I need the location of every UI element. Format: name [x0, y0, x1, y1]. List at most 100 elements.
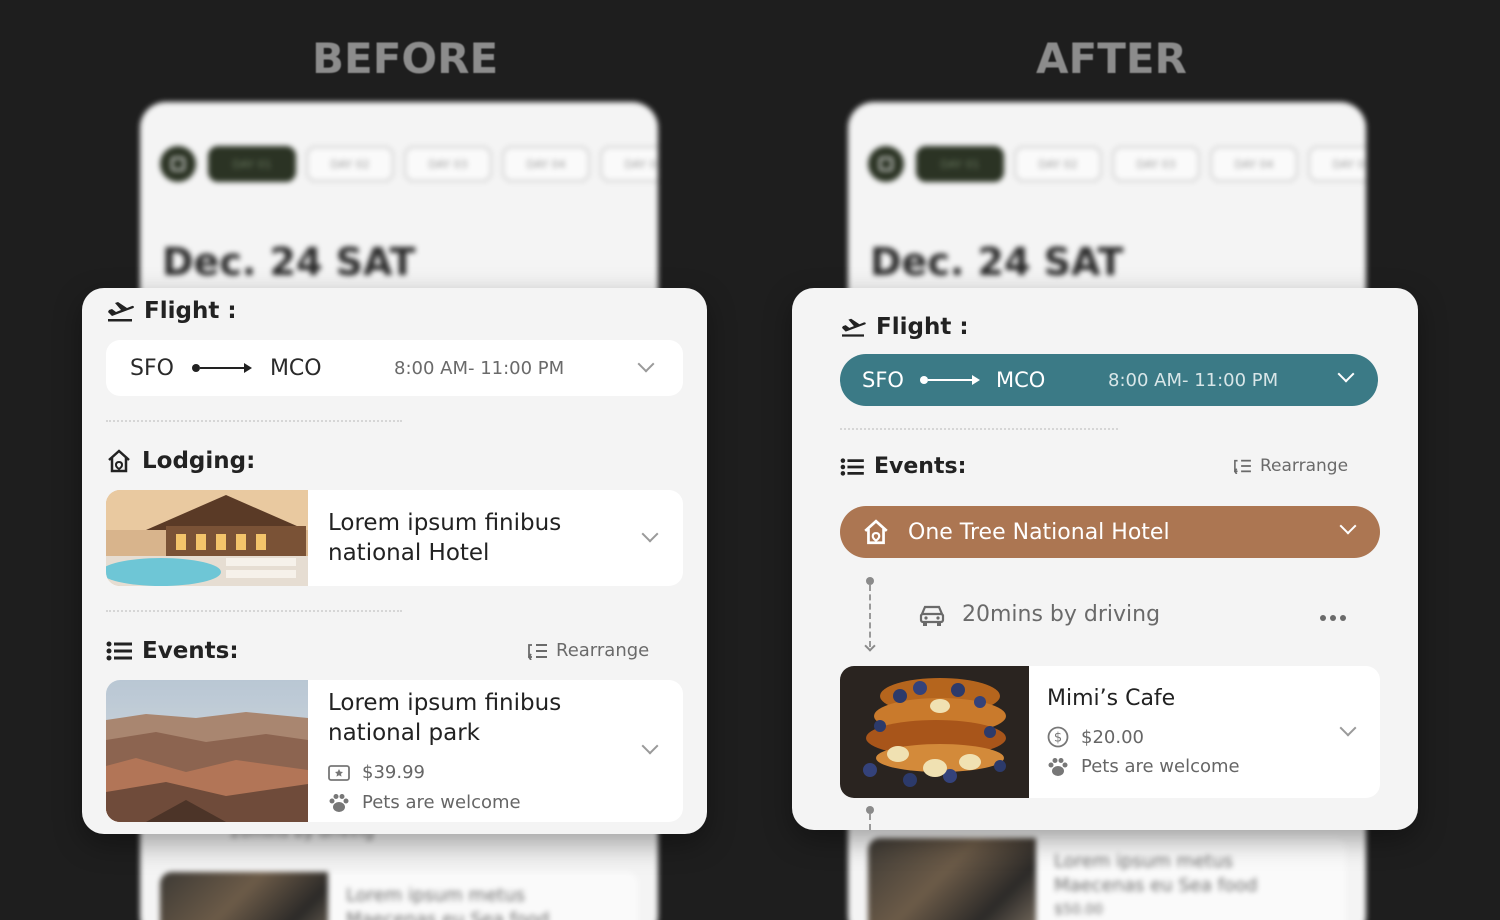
event-pets-label: Pets are welcome — [1081, 756, 1240, 777]
home-icon — [108, 449, 130, 473]
flight-title: Flight : — [876, 314, 969, 340]
event-name-line1: Lorem ipsum finibus — [328, 690, 562, 716]
french-toast-image — [840, 666, 1029, 798]
timeline-line — [869, 585, 871, 647]
hotel-name: One Tree National Hotel — [908, 519, 1170, 545]
tab-day-05[interactable]: DAY 05 — [1308, 146, 1366, 182]
timeline-line — [869, 814, 871, 830]
list-icon — [106, 641, 132, 661]
event-name-line2: national park — [328, 720, 480, 746]
tab-day-04[interactable]: DAY 04 — [1210, 146, 1298, 182]
calendar-icon[interactable] — [868, 146, 904, 182]
ticket-icon — [328, 764, 350, 781]
restaurant-image — [160, 872, 328, 920]
lodging-name-line2: national Hotel — [328, 540, 490, 566]
after-card: Flight : SFO MCO 8:00 AM- 11:00 PM Event… — [792, 288, 1418, 830]
divider — [840, 428, 1118, 430]
route-arrow-icon — [919, 375, 980, 385]
divider — [106, 420, 402, 422]
canyon-image — [106, 680, 308, 822]
date-title: Dec. 24 SAT — [162, 240, 416, 284]
lodging-item[interactable]: Lorem ipsum finibus national Hotel — [106, 490, 683, 586]
tab-day-02[interactable]: DAY 02 — [306, 146, 394, 182]
flight-section-title: Flight : — [840, 314, 969, 340]
event-item[interactable]: Mimi’s Cafe $ $20.00 Pets are welcome — [840, 666, 1380, 798]
day-tabs: DAY 01 DAY 02 DAY 03 DAY 04 DAY 05 — [868, 146, 1366, 182]
flight-title: Flight : — [144, 298, 237, 324]
after-heading: AFTER — [1036, 34, 1187, 83]
chevron-down-icon[interactable] — [1339, 719, 1357, 737]
paw-icon — [329, 793, 349, 812]
list-item[interactable]: Lorem ipsum metus Maecenas eu Sea food — [160, 872, 638, 920]
origin-code: SFO — [130, 355, 174, 381]
item-line2: Maecenas eu Sea food — [1054, 875, 1258, 896]
events-title: Events: — [874, 454, 967, 479]
svg-text:$: $ — [1054, 731, 1062, 746]
tab-day-03[interactable]: DAY 03 — [1112, 146, 1200, 182]
event-pets: Pets are welcome — [328, 792, 521, 813]
tab-day-01[interactable]: DAY 01 — [208, 146, 296, 182]
tab-day-02[interactable]: DAY 02 — [1014, 146, 1102, 182]
timeline-dot — [866, 577, 874, 585]
chevron-down-icon[interactable] — [641, 737, 659, 755]
tab-day-04[interactable]: DAY 04 — [502, 146, 590, 182]
timeline-arrow-icon — [864, 640, 876, 652]
hotel-image — [106, 490, 308, 586]
car-icon — [919, 605, 945, 626]
before-card: Flight : SFO MCO 8:00 AM- 11:00 PM Lodgi… — [82, 288, 707, 834]
event-price: $ $20.00 — [1047, 726, 1144, 748]
paw-icon — [1048, 757, 1068, 776]
chevron-down-icon[interactable] — [1337, 365, 1355, 383]
route-arrow-icon — [191, 363, 252, 373]
plane-departure-icon — [108, 302, 134, 322]
plane-departure-icon — [842, 318, 866, 337]
list-item[interactable]: Lorem ipsum metus Maecenas eu Sea food $… — [868, 838, 1346, 920]
events-title: Events: — [142, 638, 239, 664]
item-line2: Maecenas eu Sea food — [346, 909, 550, 920]
tab-day-03[interactable]: DAY 03 — [404, 146, 492, 182]
tab-day-05[interactable]: DAY 05 — [600, 146, 658, 182]
home-icon — [864, 519, 888, 545]
event-price-value: $20.00 — [1081, 726, 1144, 748]
origin-code: SFO — [862, 368, 904, 392]
date-title: Dec. 24 SAT — [870, 240, 1124, 284]
events-section-title: Events: — [840, 454, 966, 479]
lodging-section-title: Lodging: — [106, 448, 255, 474]
day-tabs: DAY 01 DAY 02 DAY 03 DAY 04 DAY 05 — [160, 146, 658, 182]
event-name: Mimi’s Cafe — [1047, 686, 1176, 711]
event-pets: Pets are welcome — [1047, 756, 1240, 777]
chevron-down-icon[interactable] — [637, 355, 655, 373]
flight-time: 8:00 AM- 11:00 PM — [394, 358, 565, 379]
destination-code: MCO — [269, 355, 322, 381]
rearrange-button[interactable]: Rearrange — [1232, 456, 1348, 476]
dollar-icon: $ — [1047, 726, 1069, 748]
rearrange-icon — [1233, 459, 1251, 474]
destination-code: MCO — [995, 368, 1046, 392]
rearrange-label: Rearrange — [556, 640, 650, 661]
flight-time: 8:00 AM- 11:00 PM — [1108, 370, 1279, 391]
event-price: $39.99 — [328, 762, 425, 783]
event-price-value: $39.99 — [362, 762, 425, 783]
before-heading: BEFORE — [312, 34, 499, 83]
rearrange-icon — [527, 643, 547, 660]
calendar-icon[interactable] — [160, 146, 196, 182]
rearrange-button[interactable]: Rearrange — [526, 640, 649, 661]
flight-row[interactable]: SFO MCO 8:00 AM- 11:00 PM — [106, 340, 683, 396]
tab-day-01[interactable]: DAY 01 — [916, 146, 1004, 182]
events-section-title: Events: — [106, 638, 239, 664]
item-price: $50.00 — [1054, 902, 1103, 918]
event-item[interactable]: Lorem ipsum finibus national park $39.99… — [106, 680, 683, 822]
driving-label: 20mins by driving — [962, 602, 1161, 627]
more-options-icon[interactable] — [1320, 615, 1346, 621]
chevron-down-icon[interactable] — [1339, 517, 1357, 535]
flight-section-title: Flight : — [106, 298, 237, 324]
list-icon — [840, 457, 864, 476]
restaurant-image — [868, 838, 1036, 920]
rearrange-label: Rearrange — [1260, 456, 1349, 476]
chevron-down-icon[interactable] — [641, 525, 659, 543]
item-line1: Lorem ipsum metus — [1054, 851, 1233, 872]
divider — [106, 610, 402, 612]
hotel-pill[interactable]: One Tree National Hotel — [840, 506, 1380, 558]
driving-info: 20mins by driving — [918, 602, 1160, 627]
flight-pill[interactable]: SFO MCO 8:00 AM- 11:00 PM — [840, 354, 1378, 406]
